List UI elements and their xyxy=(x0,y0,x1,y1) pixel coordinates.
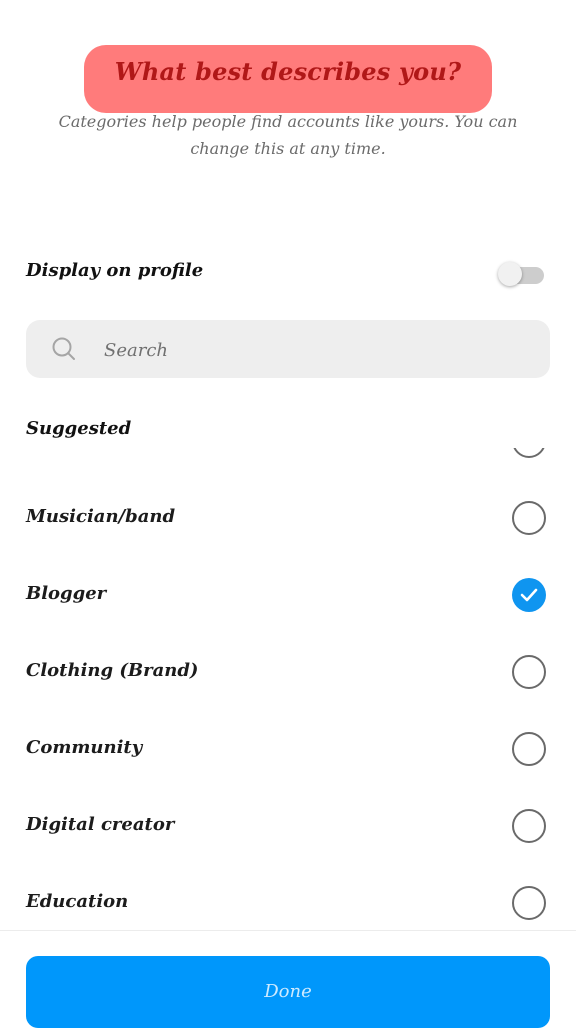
radio-unchecked[interactable] xyxy=(512,448,546,458)
radio-unchecked[interactable] xyxy=(512,809,546,843)
page-title: What best describes you? xyxy=(114,57,462,86)
category-item[interactable]: Artist xyxy=(0,448,576,481)
radio-unchecked[interactable] xyxy=(512,732,546,766)
display-on-profile-label: Display on profile xyxy=(26,260,204,281)
category-item[interactable]: Community xyxy=(0,712,576,789)
radio-unchecked[interactable] xyxy=(512,886,546,920)
category-label: Digital creator xyxy=(26,814,175,835)
search-icon xyxy=(51,336,77,362)
radio-unchecked[interactable] xyxy=(512,501,546,535)
category-item[interactable]: Blogger xyxy=(0,558,576,635)
display-on-profile-row: Display on profile xyxy=(26,258,550,288)
category-item[interactable]: Clothing (Brand) xyxy=(0,635,576,712)
category-list[interactable]: Artist Musician/band Blogger Clothing (Bran… xyxy=(0,448,576,930)
suggested-heading: Suggested xyxy=(26,418,132,439)
category-item[interactable]: Musician/band xyxy=(0,481,576,558)
category-label: Artist xyxy=(26,448,83,450)
radio-checked[interactable] xyxy=(512,578,546,612)
done-button[interactable]: Done xyxy=(26,956,550,1028)
category-label: Clothing (Brand) xyxy=(26,660,199,681)
display-on-profile-toggle[interactable] xyxy=(498,262,544,286)
search-input[interactable] xyxy=(102,320,526,380)
category-label: Blogger xyxy=(26,583,107,604)
category-item[interactable]: Education xyxy=(0,866,576,930)
toggle-knob xyxy=(498,262,522,286)
category-label: Musician/band xyxy=(26,506,176,527)
radio-unchecked[interactable] xyxy=(512,655,546,689)
page-subtitle: Categories help people find accounts lik… xyxy=(58,112,518,158)
search-bar xyxy=(26,320,550,380)
category-item[interactable]: Digital creator xyxy=(0,789,576,866)
checkmark-icon xyxy=(520,588,538,602)
category-label: Education xyxy=(26,891,129,912)
category-label: Community xyxy=(26,737,143,758)
